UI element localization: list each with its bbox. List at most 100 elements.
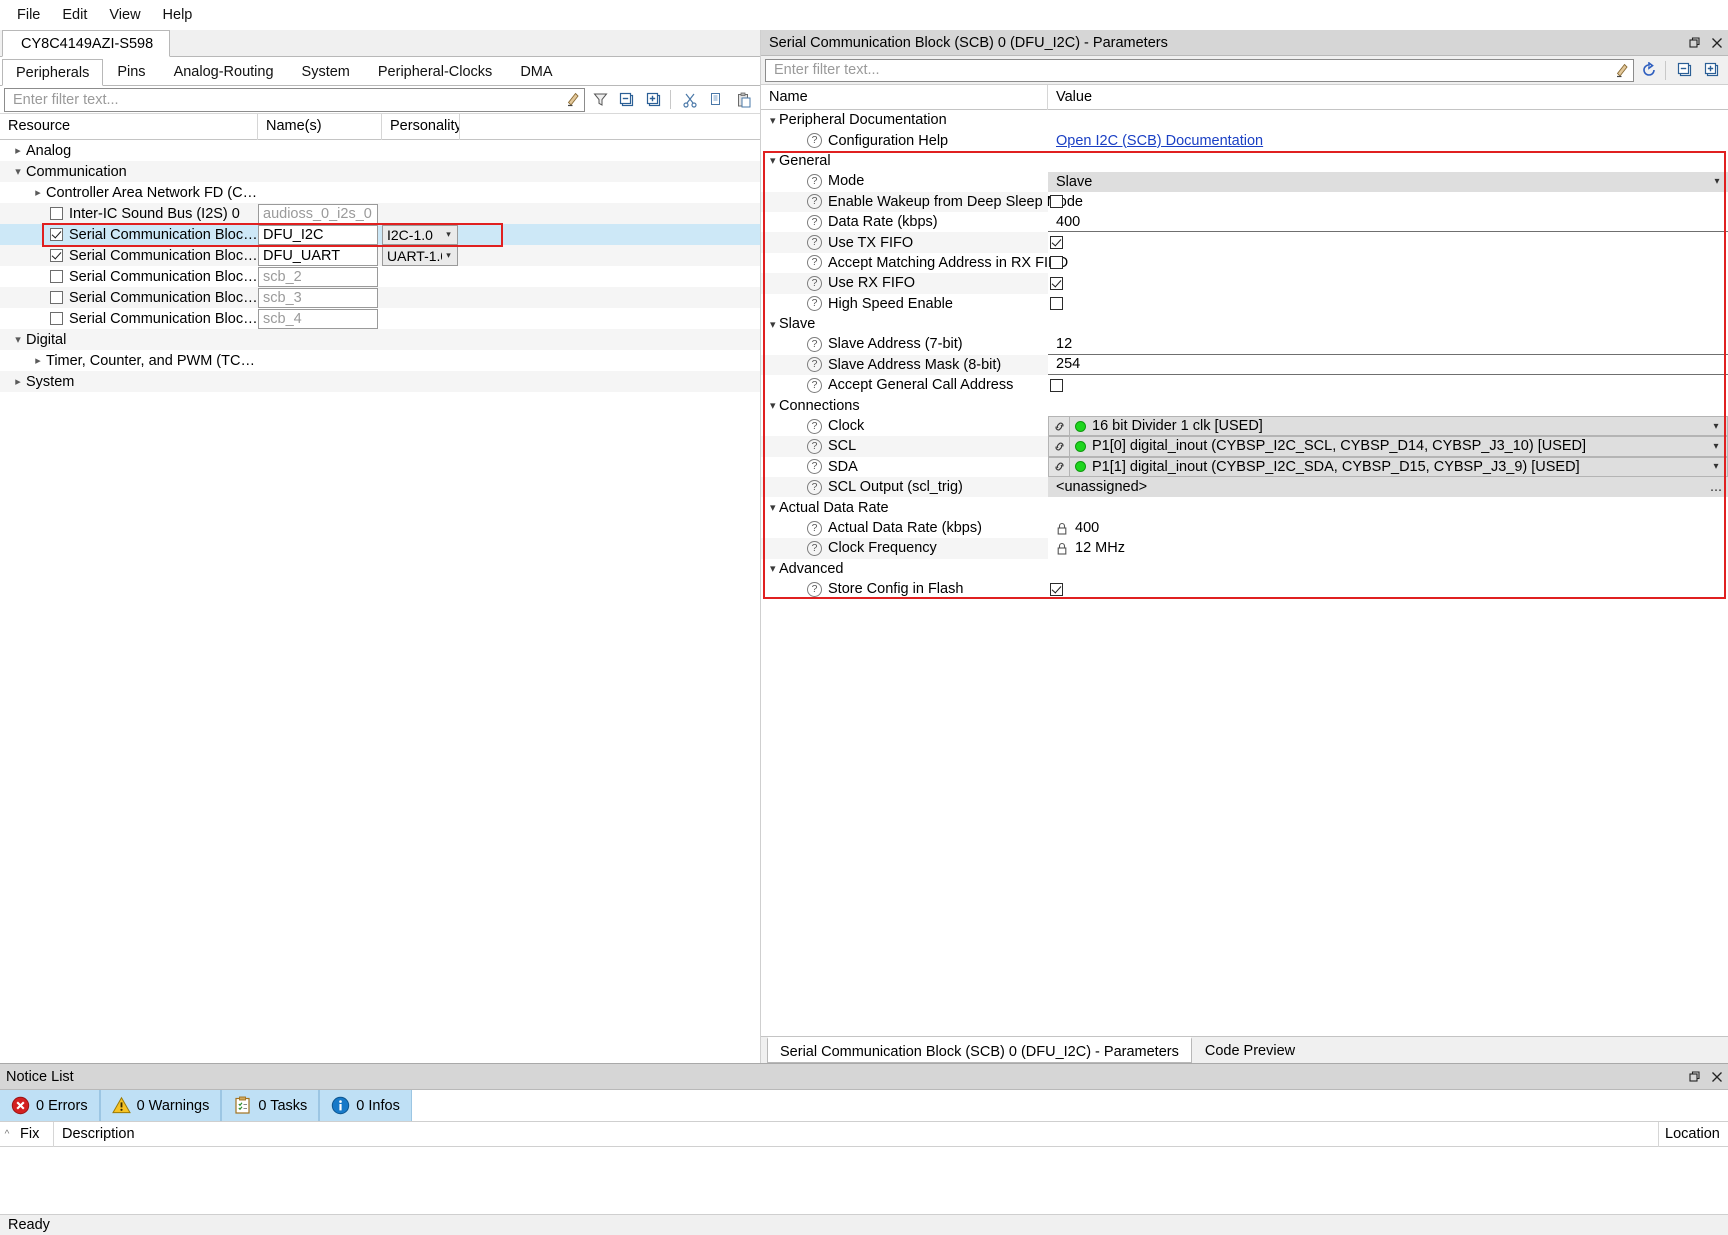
param-group-peripheral-documentation[interactable]: ▾ Peripheral Documentation xyxy=(761,110,1728,131)
notice-tab-infos[interactable]: 0 Infos xyxy=(319,1090,412,1121)
tab-peripherals[interactable]: Peripherals xyxy=(2,59,104,86)
column-header-description[interactable]: Description xyxy=(54,1126,1658,1142)
param-group-connections[interactable]: ▾ Connections xyxy=(761,395,1728,416)
param-row-slave-address[interactable]: ? Slave Address (7-bit) 12 xyxy=(761,334,1728,355)
column-header-location[interactable]: Location xyxy=(1658,1121,1728,1147)
param-row-data-rate[interactable]: ? Data Rate (kbps) 400 xyxy=(761,211,1728,233)
help-icon[interactable]: ? xyxy=(807,540,822,556)
eraser-icon[interactable] xyxy=(564,91,581,108)
name-input-scb-1[interactable] xyxy=(258,245,378,266)
menu-help[interactable]: Help xyxy=(152,4,204,26)
clock-select[interactable]: 16 bit Divider 1 clk [USED] ▾ xyxy=(1070,415,1728,437)
enable-checkbox-scb-0[interactable] xyxy=(50,228,63,241)
tab-analog-routing[interactable]: Analog-Routing xyxy=(160,58,288,85)
tree-row-system[interactable]: ▸ System xyxy=(0,371,760,392)
param-row-clock[interactable]: ? Clock 16 bit Divider 1 clk [USED] ▾ xyxy=(761,415,1728,437)
enable-checkbox-scb-3[interactable] xyxy=(50,291,63,304)
bottom-tab-code-preview[interactable]: Code Preview xyxy=(1192,1037,1308,1063)
cut-icon[interactable] xyxy=(678,88,702,112)
help-icon[interactable]: ? xyxy=(807,173,822,189)
param-row-configuration-help[interactable]: ? Configuration Help Open I2C (SCB) Docu… xyxy=(761,130,1728,150)
column-header-personality[interactable]: Personality xyxy=(382,113,460,140)
enable-wakeup-checkbox[interactable] xyxy=(1050,195,1063,209)
help-icon[interactable]: ? xyxy=(807,235,822,251)
param-group-general[interactable]: ▾ General xyxy=(761,150,1728,172)
chevron-right-icon[interactable]: ▸ xyxy=(30,354,46,367)
enable-checkbox-i2s-0[interactable] xyxy=(50,207,63,220)
parameters-filter-box[interactable] xyxy=(765,58,1634,82)
use-rx-fifo-checkbox[interactable] xyxy=(1050,276,1063,290)
documentation-link[interactable]: Open I2C (SCB) Documentation xyxy=(1048,133,1263,149)
param-row-use-rx-fifo[interactable]: ? Use RX FIFO xyxy=(761,273,1728,294)
refresh-icon[interactable] xyxy=(1637,58,1661,82)
column-header-resource[interactable]: Resource xyxy=(0,113,258,140)
tab-pins[interactable]: Pins xyxy=(103,58,159,85)
mode-select[interactable]: Slave ▾ xyxy=(1048,171,1728,192)
slave-address-input[interactable]: 12 xyxy=(1048,334,1728,355)
chevron-down-icon[interactable]: ▾ xyxy=(761,501,779,514)
column-header-names[interactable]: Name(s) xyxy=(258,113,382,140)
help-icon[interactable]: ? xyxy=(807,377,822,393)
bottom-tab-parameters[interactable]: Serial Communication Block (SCB) 0 (DFU_… xyxy=(767,1037,1192,1063)
tree-row-scb-3[interactable]: Serial Communication Block (SCB) 3 xyxy=(0,287,760,308)
param-row-accept-matching-address[interactable]: ? Accept Matching Address in RX FIFO xyxy=(761,253,1728,273)
copy-icon[interactable] xyxy=(705,88,729,112)
collapse-all-icon[interactable] xyxy=(1673,58,1697,82)
enable-checkbox-scb-4[interactable] xyxy=(50,312,63,325)
column-header-value[interactable]: Value xyxy=(1048,85,1728,110)
chevron-down-icon[interactable]: ▾ xyxy=(10,165,26,178)
param-row-enable-wakeup[interactable]: ? Enable Wakeup from Deep Sleep Mode xyxy=(761,191,1728,212)
ellipsis-button[interactable]: ... xyxy=(1704,479,1728,495)
help-icon[interactable]: ? xyxy=(807,479,822,495)
restore-icon[interactable] xyxy=(1684,32,1706,54)
tree-row-scb-2[interactable]: Serial Communication Block (SCB) 2 xyxy=(0,266,760,287)
name-input-scb-3[interactable] xyxy=(258,287,378,308)
tree-row-scb-4[interactable]: Serial Communication Block (SCB) 4 xyxy=(0,308,760,329)
param-row-store-config-in-flash[interactable]: ? Store Config in Flash xyxy=(761,579,1728,599)
chevron-down-icon[interactable]: ▾ xyxy=(761,562,779,575)
personality-select-scb-1[interactable]: UART-1.0 ▾ xyxy=(382,245,458,266)
help-icon[interactable]: ? xyxy=(807,336,822,352)
personality-select-scb-0[interactable]: I2C-1.0 ▾ xyxy=(382,224,458,245)
param-group-slave[interactable]: ▾ Slave xyxy=(761,313,1728,335)
notice-tab-warnings[interactable]: 0 Warnings xyxy=(99,1090,222,1121)
enable-checkbox-scb-2[interactable] xyxy=(50,270,63,283)
help-icon[interactable]: ? xyxy=(807,581,822,597)
help-icon[interactable]: ? xyxy=(807,357,822,373)
accept-general-call-checkbox[interactable] xyxy=(1050,378,1063,392)
notice-tab-errors[interactable]: 0 Errors xyxy=(0,1090,100,1121)
help-icon[interactable]: ? xyxy=(807,296,822,312)
chevron-down-icon[interactable]: ▾ xyxy=(761,154,779,167)
peripherals-filter-box[interactable] xyxy=(4,87,585,112)
collapse-all-icon[interactable] xyxy=(615,88,639,112)
sda-select[interactable]: P1[1] digital_inout (CYBSP_I2C_SDA, CYBS… xyxy=(1070,456,1728,478)
data-rate-input[interactable]: 400 xyxy=(1048,211,1728,233)
restore-icon[interactable] xyxy=(1684,1066,1706,1088)
use-tx-fifo-checkbox[interactable] xyxy=(1050,236,1063,250)
tree-row-communication[interactable]: ▾ Communication xyxy=(0,161,760,182)
param-row-high-speed-enable[interactable]: ? High Speed Enable xyxy=(761,294,1728,314)
slave-address-mask-input[interactable]: 254 xyxy=(1048,354,1728,376)
param-group-actual-data-rate[interactable]: ▾ Actual Data Rate xyxy=(761,497,1728,518)
tree-row-canfd-0[interactable]: ▸ Controller Area Network FD (CAN FD) 0 xyxy=(0,182,760,203)
help-icon[interactable]: ? xyxy=(807,275,822,291)
tab-system[interactable]: System xyxy=(288,58,364,85)
tree-row-digital[interactable]: ▾ Digital xyxy=(0,329,760,350)
scl-select[interactable]: P1[0] digital_inout (CYBSP_I2C_SCL, CYBS… xyxy=(1070,436,1728,457)
param-row-scl-output[interactable]: ? SCL Output (scl_trig) <unassigned> ... xyxy=(761,477,1728,498)
tree-row-scb-1[interactable]: Serial Communication Block (SCB) 1 UART-… xyxy=(0,245,760,266)
help-icon[interactable]: ? xyxy=(807,133,822,149)
param-row-accept-general-call[interactable]: ? Accept General Call Address xyxy=(761,375,1728,395)
link-icon[interactable] xyxy=(1048,456,1070,478)
tree-row-scb-0[interactable]: Serial Communication Block (SCB) 0 I2C-1… xyxy=(0,224,760,245)
param-row-slave-address-mask[interactable]: ? Slave Address Mask (8-bit) 254 xyxy=(761,354,1728,376)
name-input-i2s-0[interactable] xyxy=(258,203,378,224)
tree-row-analog[interactable]: ▸ Analog xyxy=(0,140,760,161)
chevron-down-icon[interactable]: ▾ xyxy=(761,114,779,127)
expand-all-icon[interactable] xyxy=(642,88,666,112)
menu-file[interactable]: File xyxy=(6,4,51,26)
help-icon[interactable]: ? xyxy=(807,255,822,271)
param-row-sda[interactable]: ? SDA P1[1] digital_inout (CYBSP_I2C_SDA… xyxy=(761,456,1728,478)
column-header-fix[interactable]: Fix xyxy=(14,1121,54,1147)
funnel-icon[interactable] xyxy=(588,88,612,112)
